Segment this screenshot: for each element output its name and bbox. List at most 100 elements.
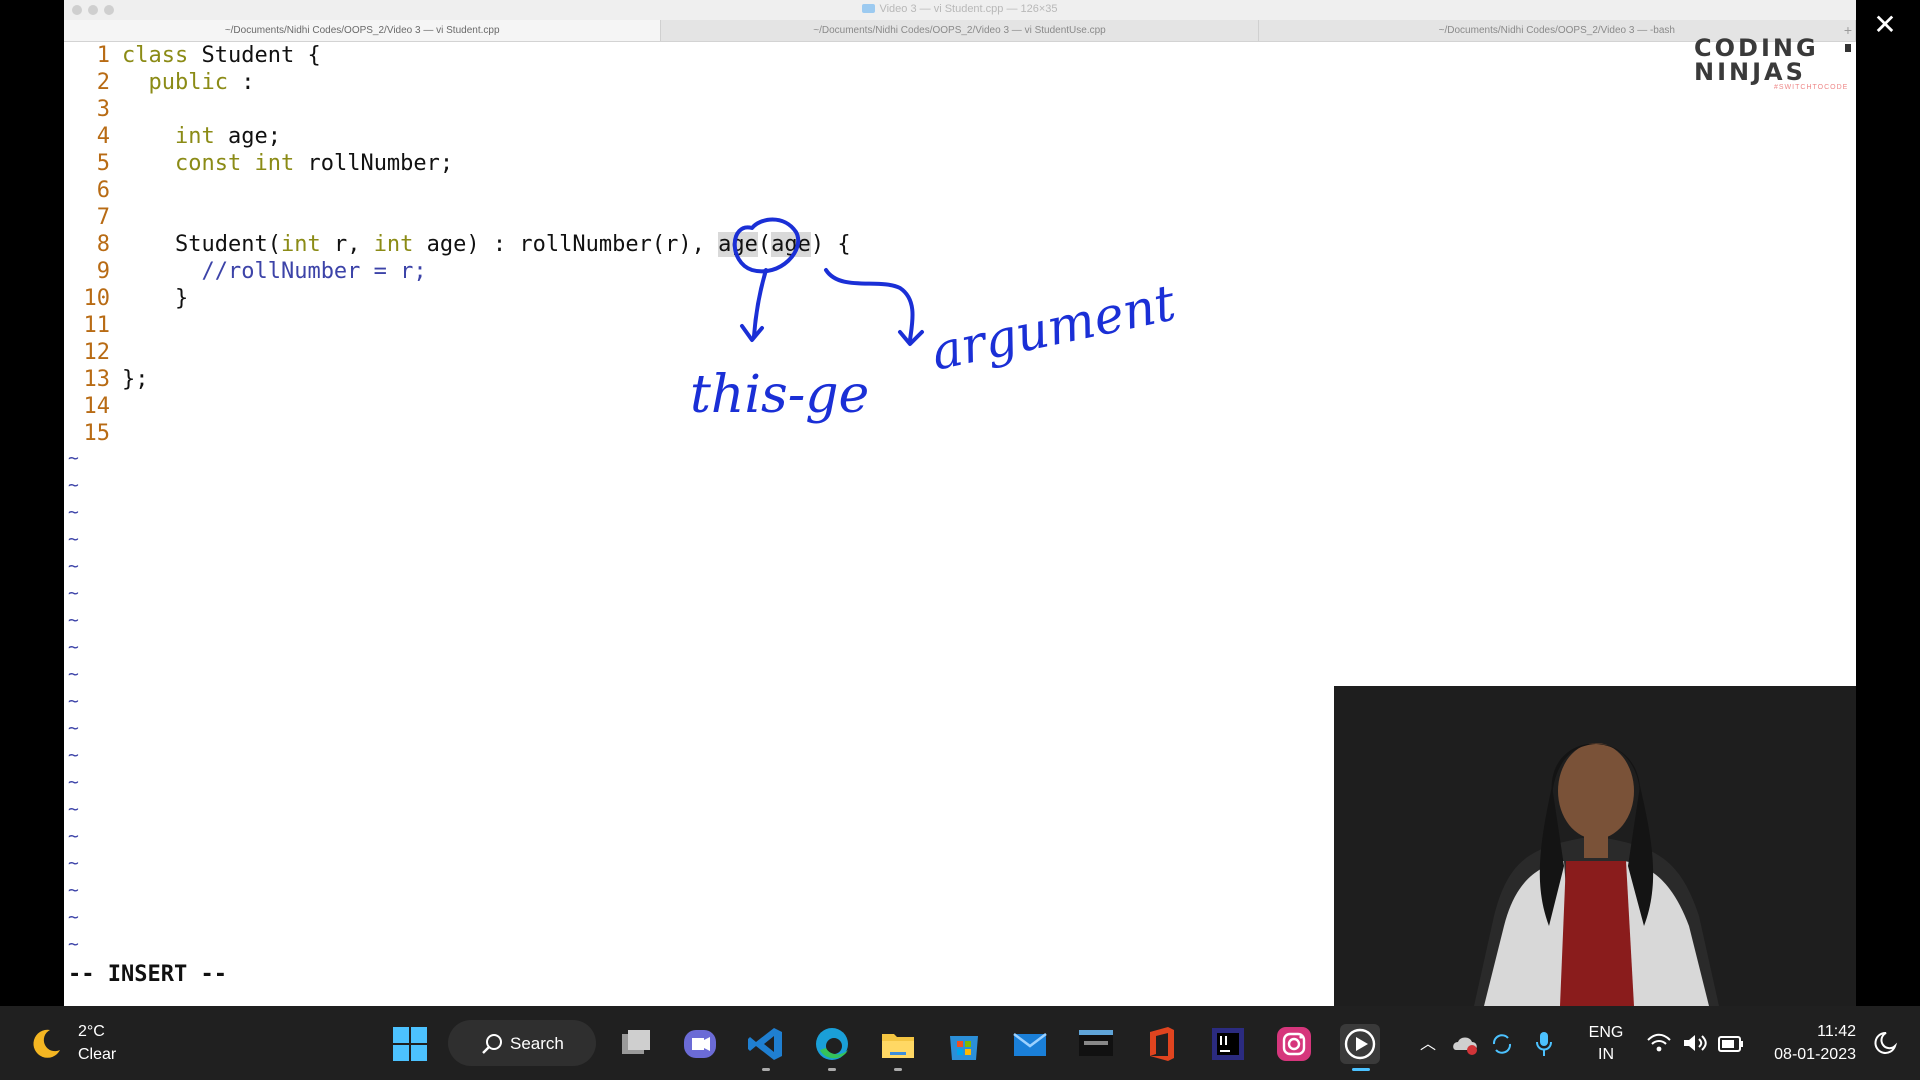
code-line: 15 bbox=[64, 420, 122, 447]
media-player-icon[interactable] bbox=[1340, 1024, 1380, 1064]
code-line: 2 public : bbox=[64, 69, 255, 96]
tilde-marker: ~ bbox=[68, 448, 79, 469]
line-number: 9 bbox=[96, 259, 110, 284]
clock-date[interactable]: 08-01-2023 bbox=[1760, 1046, 1856, 1064]
weather-temperature[interactable]: 2°C bbox=[78, 1023, 105, 1041]
code-token: age) : rollNumber(r), bbox=[413, 232, 719, 257]
code-token: Student { bbox=[188, 43, 321, 68]
tilde-marker: ~ bbox=[68, 583, 79, 604]
vscode-icon[interactable] bbox=[746, 1024, 786, 1064]
folder-icon bbox=[862, 4, 876, 13]
running-indicator bbox=[828, 1068, 836, 1071]
code-line: 10 } bbox=[64, 285, 189, 312]
tilde-marker: ~ bbox=[68, 529, 79, 550]
mail-icon[interactable] bbox=[1010, 1024, 1050, 1064]
vim-mode-indicator: -- INSERT -- bbox=[68, 962, 227, 987]
line-number: 3 bbox=[96, 97, 110, 122]
code-token: : bbox=[227, 70, 255, 95]
tilde-marker: ~ bbox=[68, 718, 79, 739]
coding-ninjas-logo: CODING NINJAS #SWITCHTOCODE bbox=[1694, 34, 1847, 92]
tilde-marker: ~ bbox=[68, 475, 79, 496]
code-token: ) { bbox=[810, 232, 851, 257]
code-comment: //rollNumber = r; bbox=[201, 259, 427, 284]
tilde-marker: ~ bbox=[68, 772, 79, 793]
code-line: 1 class Student { bbox=[64, 42, 321, 69]
tilde-marker: ~ bbox=[68, 691, 79, 712]
logo-tagline: #SWITCHTOCODE bbox=[1774, 84, 1849, 91]
search-label: Search bbox=[510, 1034, 564, 1053]
line-number: 13 bbox=[83, 367, 111, 392]
active-app-indicator bbox=[1352, 1068, 1370, 1071]
tilde-marker: ~ bbox=[68, 502, 79, 523]
line-number: 6 bbox=[96, 178, 110, 203]
office-icon[interactable] bbox=[1142, 1024, 1182, 1064]
code-token: public bbox=[148, 70, 228, 95]
line-number: 8 bbox=[96, 232, 110, 257]
line-number: 1 bbox=[96, 43, 110, 68]
code-token-highlighted: age bbox=[718, 232, 758, 257]
volume-icon[interactable] bbox=[1682, 1032, 1708, 1054]
tilde-marker: ~ bbox=[68, 556, 79, 577]
line-number: 7 bbox=[96, 205, 110, 230]
notification-moon-icon[interactable] bbox=[1872, 1030, 1898, 1056]
running-indicator bbox=[894, 1068, 902, 1071]
tilde-marker: ~ bbox=[68, 664, 79, 685]
line-number: 5 bbox=[96, 151, 110, 176]
running-indicator bbox=[762, 1068, 770, 1071]
code-token: Student( bbox=[174, 232, 281, 257]
teams-chat-icon[interactable] bbox=[680, 1024, 720, 1064]
wifi-icon[interactable] bbox=[1646, 1032, 1672, 1054]
microphone-icon[interactable] bbox=[1534, 1030, 1554, 1058]
code-token: int bbox=[373, 232, 414, 257]
edge-browser-icon[interactable] bbox=[812, 1024, 852, 1064]
code-token: int bbox=[254, 151, 295, 176]
tilde-marker: ~ bbox=[68, 853, 79, 874]
language-region[interactable]: IN bbox=[1584, 1046, 1628, 1064]
line-number: 10 bbox=[83, 286, 111, 311]
chevron-up-icon[interactable]: ︿ bbox=[1420, 1030, 1436, 1054]
code-line: 11 bbox=[64, 312, 122, 339]
tab-student-cpp[interactable]: ~/Documents/Nidhi Codes/OOPS_2/Video 3 —… bbox=[64, 20, 662, 41]
logo-line2: NINJAS bbox=[1694, 58, 1806, 86]
scrollbar[interactable] bbox=[1845, 44, 1851, 52]
task-view-icon[interactable] bbox=[616, 1024, 656, 1064]
code-token: ( bbox=[757, 232, 772, 257]
code-token: int bbox=[280, 232, 321, 257]
line-number: 15 bbox=[83, 421, 111, 446]
code-token: class bbox=[122, 43, 189, 68]
sync-icon[interactable] bbox=[1490, 1032, 1514, 1056]
presenter-image bbox=[1334, 686, 1856, 1006]
weather-condition[interactable]: Clear bbox=[78, 1046, 116, 1064]
code-line: 3 bbox=[64, 96, 122, 123]
code-token: rollNumber; bbox=[294, 151, 454, 176]
line-number: 14 bbox=[83, 394, 111, 419]
code-line: 9 //rollNumber = r; bbox=[64, 258, 427, 285]
mysql-workbench-icon[interactable] bbox=[1076, 1024, 1116, 1064]
clock-time[interactable]: 11:42 bbox=[1760, 1023, 1856, 1041]
code-token: int bbox=[174, 124, 215, 149]
code-token: }; bbox=[122, 367, 149, 392]
code-line: 6 bbox=[64, 177, 122, 204]
new-tab-button[interactable]: + bbox=[1844, 20, 1852, 41]
close-icon[interactable]: ✕ bbox=[1870, 10, 1900, 40]
tab-studentuse-cpp[interactable]: ~/Documents/Nidhi Codes/OOPS_2/Video 3 —… bbox=[661, 20, 1259, 41]
line-number: 2 bbox=[96, 70, 110, 95]
code-line: 8 Student(int r, int age) : rollNumber(r… bbox=[64, 231, 851, 258]
instagram-icon[interactable] bbox=[1274, 1024, 1314, 1064]
microsoft-store-icon[interactable] bbox=[944, 1024, 984, 1064]
tilde-marker: ~ bbox=[68, 637, 79, 658]
window-titlebar: Video 3 — vi Student.cpp — 126×35 bbox=[64, 0, 1856, 21]
code-line: 5 const int rollNumber; bbox=[64, 150, 453, 177]
battery-icon[interactable] bbox=[1718, 1034, 1744, 1054]
moon-weather-icon[interactable] bbox=[28, 1026, 64, 1062]
windows-start-icon[interactable] bbox=[390, 1024, 430, 1064]
tilde-marker: ~ bbox=[68, 745, 79, 766]
onedrive-error-icon[interactable] bbox=[1452, 1032, 1480, 1056]
logo-line1: CODING bbox=[1694, 34, 1819, 62]
file-explorer-icon[interactable] bbox=[878, 1024, 918, 1064]
tilde-marker: ~ bbox=[68, 907, 79, 928]
intellij-icon[interactable] bbox=[1208, 1024, 1248, 1064]
tilde-marker: ~ bbox=[68, 826, 79, 847]
language-indicator[interactable]: ENG bbox=[1584, 1024, 1628, 1042]
